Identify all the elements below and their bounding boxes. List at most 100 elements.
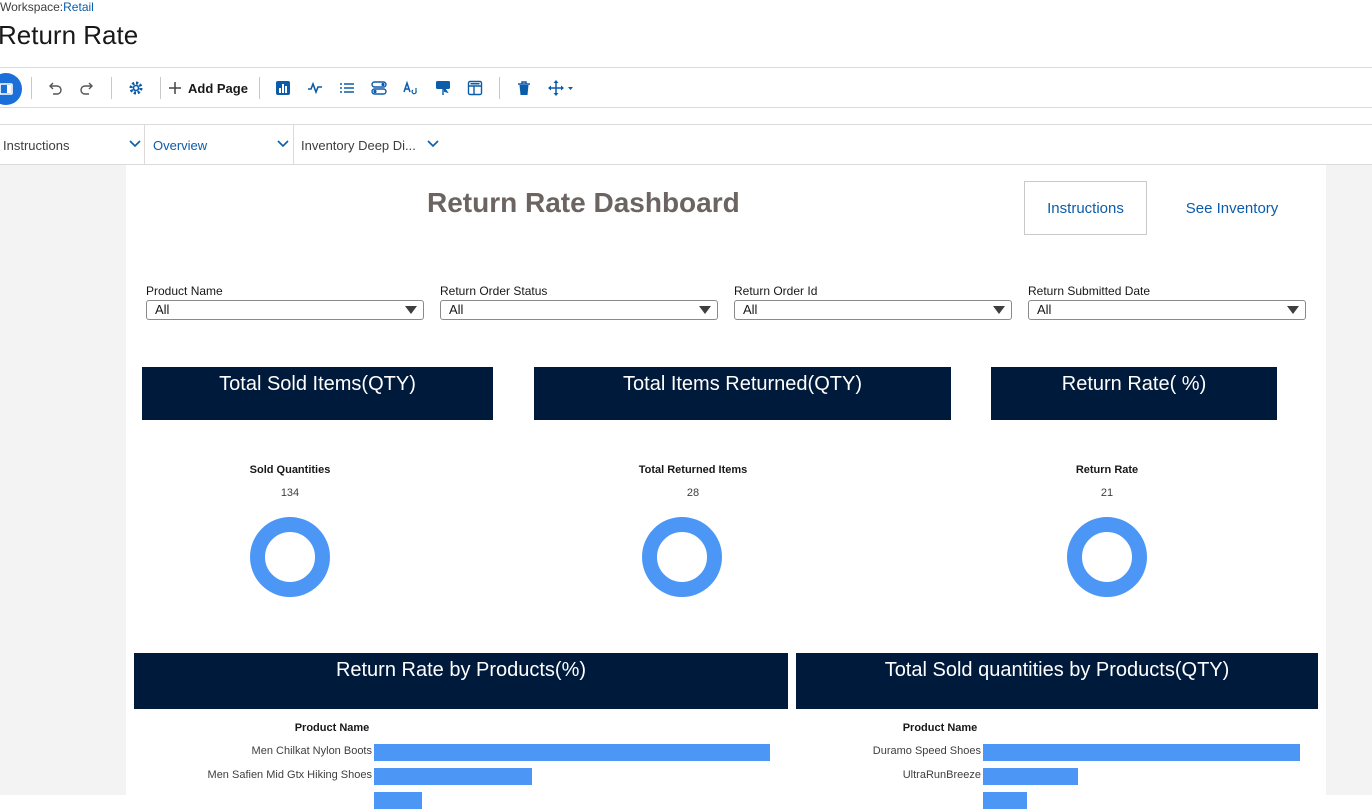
toolbar-divider [160,77,161,99]
add-page-button[interactable]: Add Page [168,77,248,99]
metric-sold-quantities: Sold Quantities 134 [190,464,390,499]
list-icon [340,83,354,93]
filter-product-name: Product Name All [146,284,424,320]
plus-icon [169,82,181,94]
dashboard-title: Return Rate Dashboard [427,187,740,218]
metric-label: Total Returned Items [638,464,748,476]
link-click-icon [436,81,450,95]
metric-return-rate: Return Rate 21 [1007,464,1207,499]
filter-return-order-status: Return Order Status All [440,284,718,320]
trash-icon [518,81,530,95]
page-title: Return Rate [0,20,139,50]
tab-inventory-deep-dive[interactable]: Inventory Deep Di... [301,125,451,165]
tab-divider [293,125,294,165]
filter-value: All [155,302,170,317]
see-inventory-button[interactable]: See Inventory [1166,181,1298,235]
filter-value: All [1037,302,1052,317]
undo-button[interactable] [46,78,64,98]
toolbar: Add Page [0,67,1372,108]
layout-icon [467,80,483,96]
chevron-down-icon[interactable] [426,139,440,149]
move-icon [548,80,573,96]
text-icon [403,80,417,95]
add-text-button[interactable] [402,78,420,98]
return-order-status-select[interactable]: All [440,300,718,320]
filter-label: Return Order Status [440,284,548,298]
donut-chart-sold[interactable] [250,517,330,597]
tab-overview[interactable]: Overview [153,125,293,165]
bar-category-label: Duramo Speed Shoes [872,745,981,757]
tab-divider [144,125,145,165]
redo-button[interactable] [78,78,96,98]
panel-toggle-button[interactable] [0,73,22,105]
workspace-link[interactable]: Retail [63,0,94,14]
tab-label: Inventory Deep Di... [301,137,416,153]
undo-icon [49,82,62,95]
gear-icon [129,81,143,95]
section-header-sold: Total Sold Items(QTY) [142,367,493,420]
product-name-select[interactable]: All [146,300,424,320]
tab-label: Instructions [3,137,70,153]
bar-category-label: Men Safien Mid Gtx Hiking Shoes [207,769,372,781]
donut-chart-returned[interactable] [642,517,722,597]
metric-total-returned: Total Returned Items 28 [593,464,793,499]
dropdown-arrow-icon [993,306,1005,314]
redo-icon [80,82,93,95]
metric-label: Sold Quantities [249,464,331,476]
metric-label: Return Rate [1075,464,1139,476]
chevron-down-icon[interactable] [128,139,142,149]
chart-axis-title: Product Name [294,722,370,734]
metric-value: 134 [280,487,300,499]
chevron-down-icon[interactable] [276,139,290,149]
toolbar-divider [259,77,260,99]
dropdown-arrow-icon [699,306,711,314]
return-submitted-date-select[interactable]: All [1028,300,1306,320]
line-chart-icon [308,81,322,95]
bar-mark[interactable] [374,768,532,785]
section-header-sold-by-product: Total Sold quantities by Products(QTY) [796,653,1318,709]
bar-mark[interactable] [983,768,1078,785]
bar-chart-icon [276,81,290,95]
instructions-button[interactable]: Instructions [1024,181,1147,235]
dropdown-arrow-icon [405,306,417,314]
delete-button[interactable] [515,78,533,98]
add-toggle-button[interactable] [370,78,388,98]
workspace-breadcrumb: Workspace:Retail [0,0,94,14]
toolbar-divider [31,77,32,99]
move-menu-button[interactable] [547,78,575,98]
donut-chart-rate[interactable] [1067,517,1147,597]
tab-instructions[interactable]: Instructions [3,125,144,165]
filter-value: All [449,302,464,317]
section-header-returned: Total Items Returned(QTY) [534,367,951,420]
add-list-button[interactable] [338,78,356,98]
panel-icon [0,83,13,95]
add-page-label: Add Page [188,80,248,96]
filter-label: Return Submitted Date [1028,284,1151,298]
filter-label: Product Name [146,284,223,298]
bar-category-label: UltraRunBreeze [902,769,981,781]
filter-label: Return Order Id [734,284,818,298]
section-header-rate-by-product: Return Rate by Products(%) [134,653,788,709]
dropdown-arrow-icon [1287,306,1299,314]
add-link-button[interactable] [434,78,452,98]
chart-axis-title: Product Name [902,722,978,734]
filter-value: All [743,302,758,317]
filter-return-submitted-date: Return Submitted Date All [1028,284,1306,320]
section-header-rate: Return Rate( %) [991,367,1277,420]
return-order-id-select[interactable]: All [734,300,1012,320]
metric-value: 21 [1100,487,1114,499]
page-tabs: Instructions Overview Inventory Deep Di.… [0,124,1372,165]
bar-mark[interactable] [983,744,1300,761]
bar-mark[interactable] [374,744,770,761]
settings-button[interactable] [127,78,145,98]
add-layout-button[interactable] [466,78,484,98]
metric-value: 28 [686,487,700,499]
toolbar-divider [111,77,112,99]
toggle-icon [371,81,387,95]
add-line-chart-button[interactable] [306,78,324,98]
bar-category-label: Men Chilkat Nylon Boots [251,745,372,757]
tab-label: Overview [153,137,208,153]
filter-return-order-id: Return Order Id All [734,284,1012,320]
add-chart-button[interactable] [274,78,292,98]
workspace-prefix: Workspace: [0,0,64,14]
